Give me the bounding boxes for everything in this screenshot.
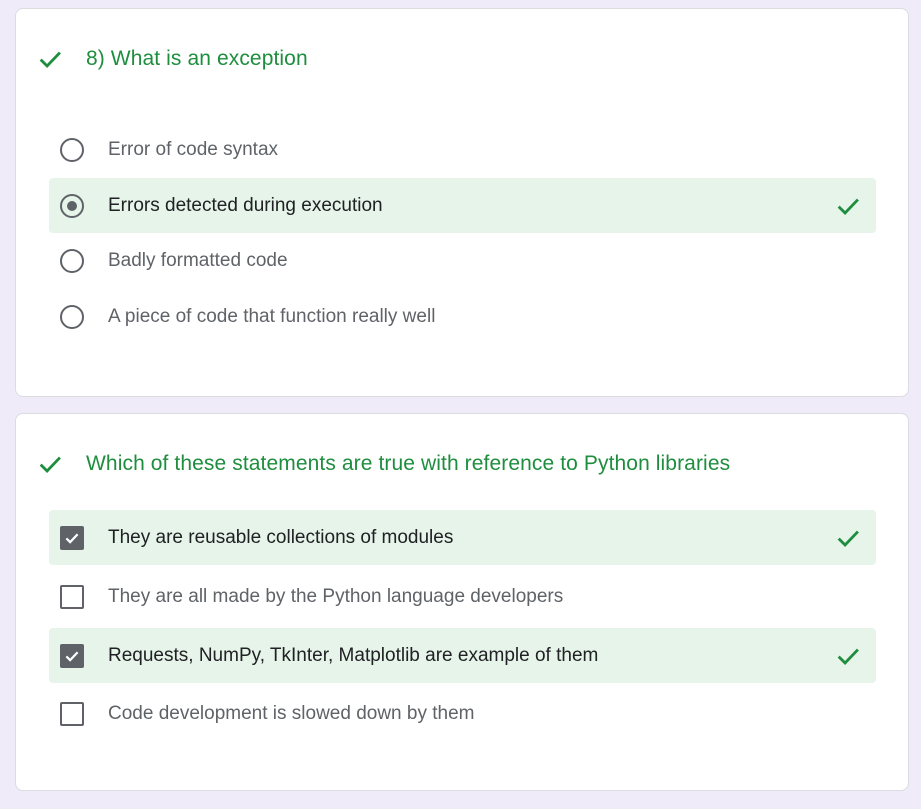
checkbox[interactable] <box>60 584 84 609</box>
checkmark-icon <box>837 530 859 548</box>
question-header: Which of these statements are true with … <box>36 450 730 478</box>
option-examples-of-libraries[interactable]: Requests, NumPy, TkInter, Matplotlib are… <box>49 628 876 683</box>
option-label: Error of code syntax <box>108 138 279 160</box>
checkbox-checked[interactable] <box>60 643 84 668</box>
radio-button[interactable] <box>60 304 84 329</box>
option-made-by-python-developers[interactable]: They are all made by the Python language… <box>49 569 876 624</box>
option-errors-detected-during-execution[interactable]: Errors detected during execution <box>49 178 876 233</box>
checkmark-icon <box>837 648 859 666</box>
option-reusable-collections[interactable]: They are reusable collections of modules <box>49 510 876 565</box>
question-title: Which of these statements are true with … <box>86 452 731 475</box>
radio-button[interactable] <box>60 137 84 162</box>
option-badly-formatted-code[interactable]: Badly formatted code <box>49 233 876 288</box>
radio-button-selected[interactable] <box>60 193 84 218</box>
option-label: Requests, NumPy, TkInter, Matplotlib are… <box>108 644 599 666</box>
option-piece-of-code-functions-well[interactable]: A piece of code that function really wel… <box>49 289 876 344</box>
checkmark-icon <box>39 51 61 69</box>
option-label: Badly formatted code <box>108 249 288 271</box>
question-title: 8) What is an exception <box>86 47 308 70</box>
checkbox-check-icon <box>65 532 79 544</box>
checkbox-checked[interactable] <box>60 525 84 550</box>
option-label: Errors detected during execution <box>108 194 383 216</box>
checkbox-check-icon <box>65 650 79 662</box>
option-label: They are all made by the Python language… <box>108 585 564 607</box>
option-error-of-code-syntax[interactable]: Error of code syntax <box>49 122 876 177</box>
option-label: A piece of code that function really wel… <box>108 305 436 327</box>
question-header: 8) What is an exception <box>36 45 308 73</box>
radio-button[interactable] <box>60 248 84 273</box>
option-slows-development[interactable]: Code development is slowed down by them <box>49 686 876 741</box>
option-label: Code development is slowed down by them <box>108 702 475 724</box>
checkmark-icon <box>39 456 61 474</box>
checkbox[interactable] <box>60 701 84 726</box>
option-label: They are reusable collections of modules <box>108 526 454 548</box>
checkmark-icon <box>837 198 859 216</box>
